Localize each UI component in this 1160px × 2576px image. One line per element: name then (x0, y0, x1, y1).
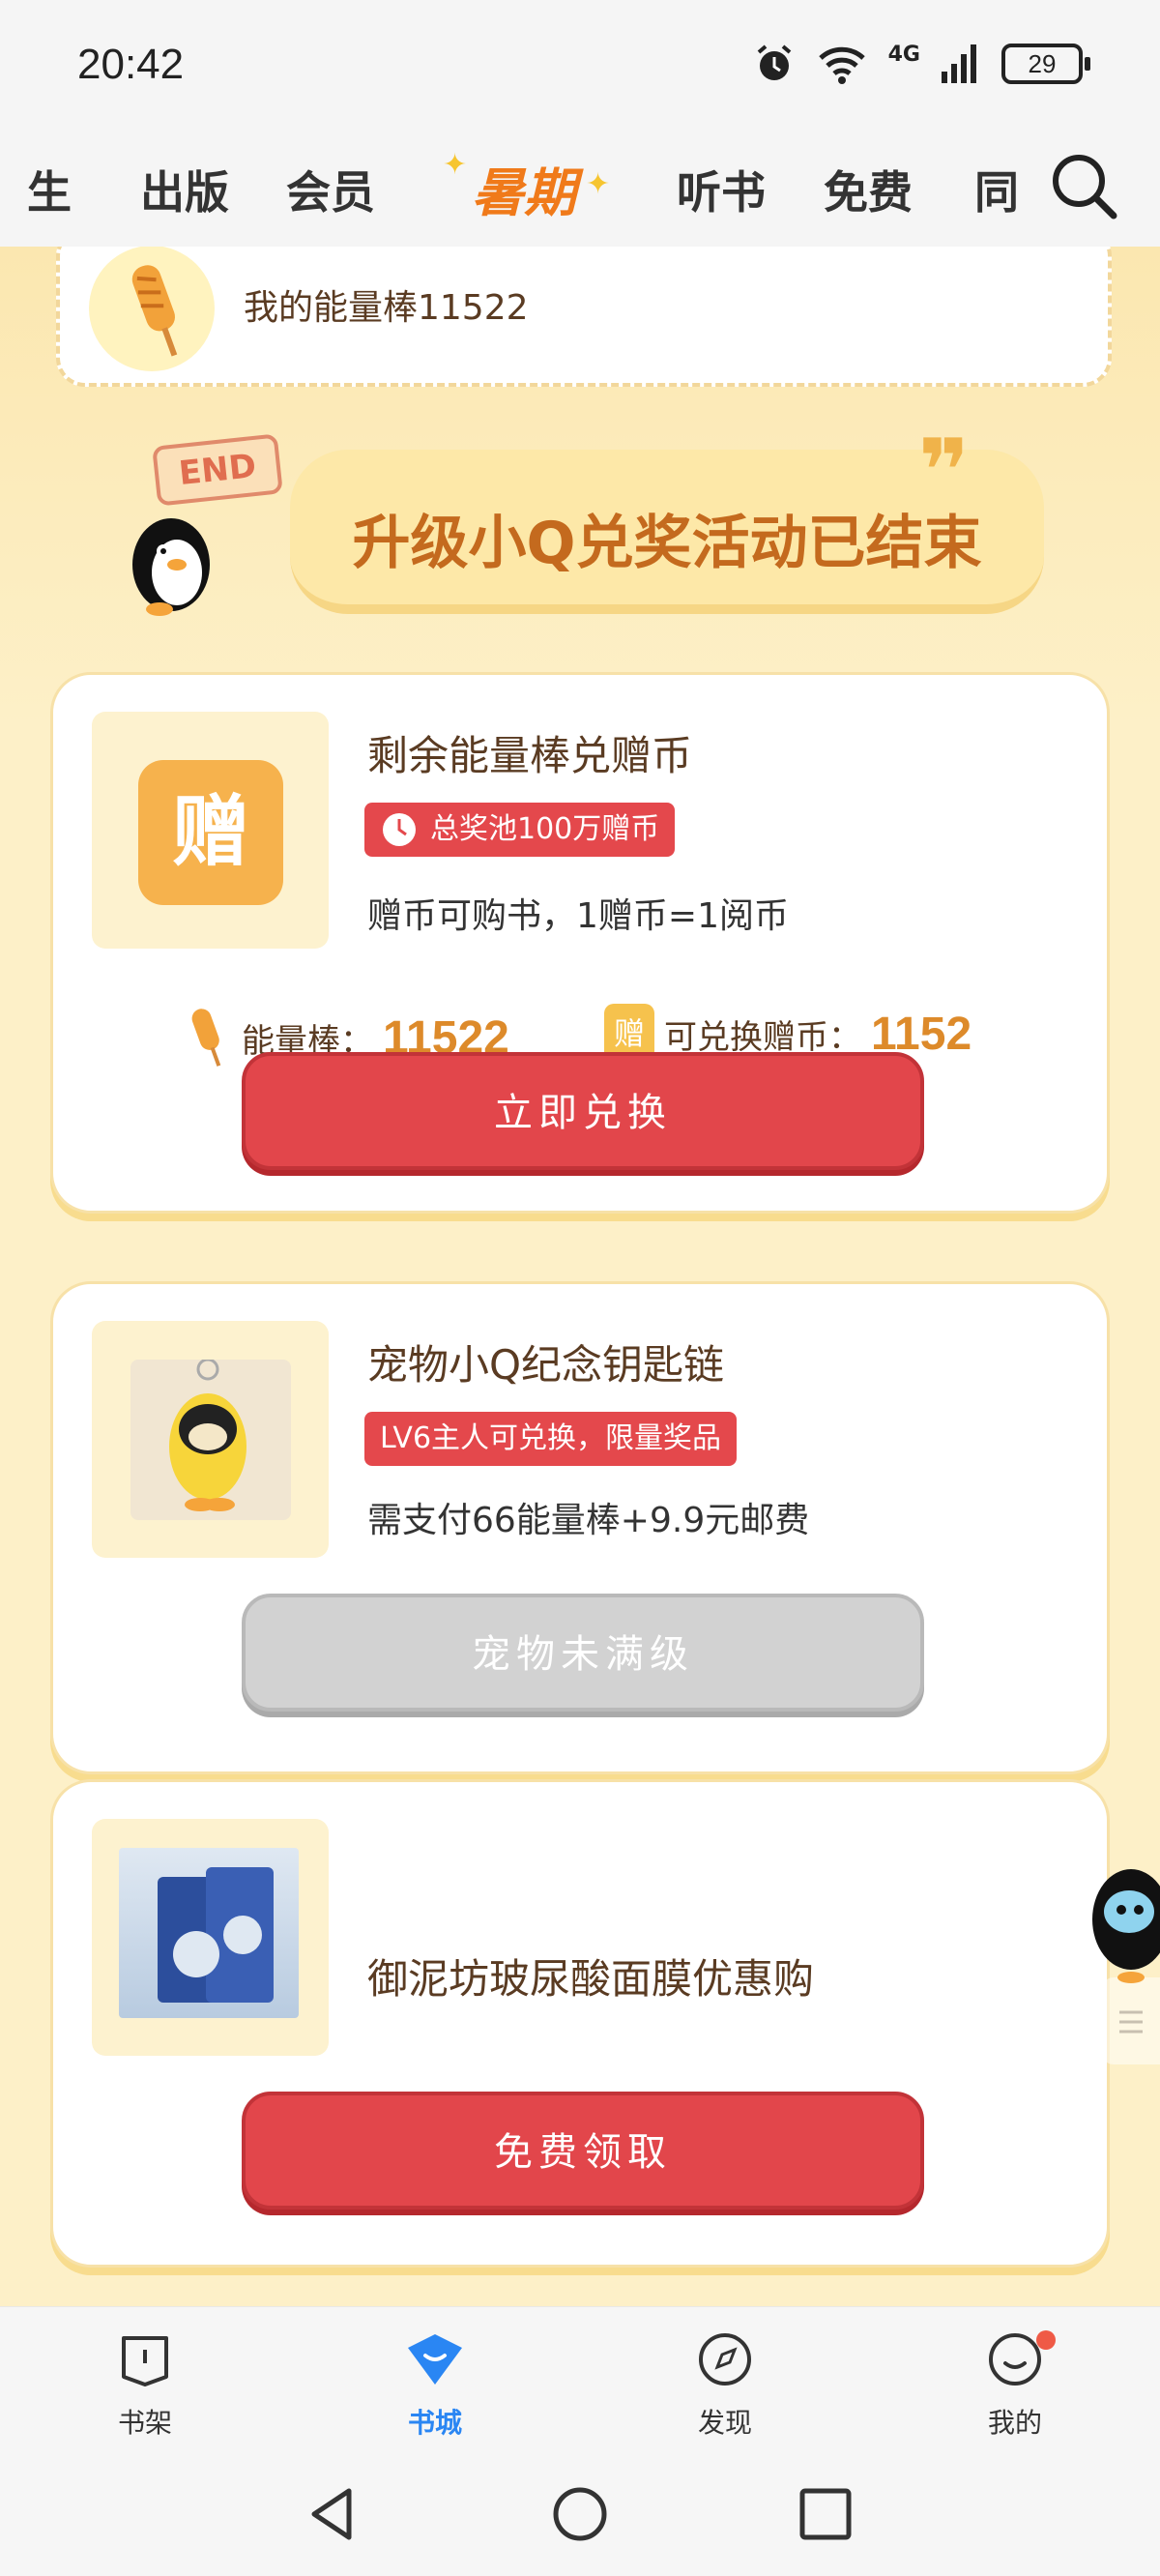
end-sign: END (152, 433, 283, 507)
tab-tong[interactable]: 同 (974, 158, 1019, 221)
tab-member[interactable]: 会员 (286, 158, 375, 221)
energy-total-text: 我的能量棒11522 (244, 288, 529, 328)
nav-bookstore[interactable]: 书城 (358, 2330, 512, 2441)
card-title: 御泥坊玻尿酸面膜优惠购 (367, 1955, 815, 2003)
mask-product-image (119, 1848, 299, 2018)
status-icons: 4G 29 (753, 43, 1090, 85)
card-description: 赠币可购书，1赠币=1阅币 (367, 896, 789, 936)
bottom-nav: 书架 书城 发现 我的 (0, 2306, 1160, 2446)
menu-lines-icon (1119, 2010, 1143, 2034)
tab-free[interactable]: 免费 (824, 158, 913, 221)
activity-ended-title: 升级小Q兑奖活动已结束 (352, 510, 982, 577)
nav-discover[interactable]: 发现 (648, 2330, 802, 2441)
energy-banner: 我的能量棒11522 (56, 247, 1112, 387)
penguin-float-icon[interactable] (1083, 1852, 1160, 1987)
coin-thumb: 赠 (92, 712, 329, 949)
sparkle-icon: ✦ (586, 167, 611, 201)
profile-icon (989, 2333, 1041, 2386)
card-title: 剩余能量棒兑赠币 (367, 732, 693, 779)
penguin-mascot-icon (132, 518, 210, 616)
bookstore-icon (408, 2334, 462, 2385)
floating-menu-handle[interactable] (1102, 1977, 1160, 2064)
signal-icon (942, 44, 976, 83)
status-time: 20:42 (77, 41, 185, 88)
corndog-icon (191, 1009, 221, 1067)
coin-label: 可兑换赠币： (664, 1017, 861, 1057)
quote-icon: ❞ (918, 421, 970, 522)
sparkle-icon: ✦ (443, 148, 468, 182)
exchange-card-mask: 御泥坊玻尿酸面膜优惠购 免费领取 (50, 1779, 1110, 2268)
home-icon[interactable] (551, 2485, 609, 2543)
clock-icon (383, 813, 416, 846)
keychain-image (130, 1358, 291, 1520)
wifi-icon (818, 46, 865, 84)
prize-pool-text: 总奖池100万赠币 (430, 812, 660, 846)
exchange-now-button[interactable]: 立即兑换 (242, 1052, 924, 1170)
card-title: 宠物小Q纪念钥匙链 (367, 1341, 725, 1389)
nav-label: 发现 (697, 2407, 752, 2439)
network-label: 4G (887, 43, 920, 67)
tab-summer[interactable]: 暑期 (472, 150, 576, 226)
channel-tabs: 生 出版 会员 ✦ 暑期 ✦ 听书 免费 同 (0, 140, 1160, 247)
gift-coin-icon: 赠 (138, 760, 283, 905)
exchange-card-keychain: 宠物小Q纪念钥匙链 LV6主人可兑换，限量奖品 需支付66能量棒+9.9元邮费 … (50, 1281, 1110, 1774)
keychain-thumb (92, 1321, 329, 1558)
recents-icon[interactable] (798, 2487, 853, 2541)
battery-indicator: 29 (1001, 44, 1090, 84)
nav-label: 书城 (407, 2407, 462, 2439)
bookshelf-icon (122, 2336, 168, 2386)
level-requirement-tag: LV6主人可兑换，限量奖品 (364, 1412, 738, 1466)
pet-not-max-level-button[interactable]: 宠物未满级 (242, 1594, 924, 1712)
exchange-card-coins: 赠 剩余能量棒兑赠币 总奖池100万赠币 赠币可购书，1赠币=1阅币 能量棒： … (50, 672, 1110, 1214)
tab-sheng[interactable]: 生 (27, 158, 72, 221)
alarm-icon (757, 44, 791, 80)
system-nav-bar (0, 2446, 1160, 2576)
tab-audiobook[interactable]: 听书 (677, 158, 766, 221)
claim-free-button[interactable]: 免费领取 (242, 2092, 924, 2210)
tab-publish[interactable]: 出版 (140, 158, 229, 221)
notification-dot (1036, 2330, 1056, 2350)
nav-profile[interactable]: 我的 (938, 2330, 1092, 2441)
nav-label: 书架 (117, 2407, 172, 2439)
back-icon[interactable] (304, 2485, 359, 2543)
prize-pool-tag: 总奖池100万赠币 (364, 803, 676, 857)
search-icon[interactable] (1046, 148, 1123, 225)
card-description: 需支付66能量棒+9.9元邮费 (367, 1501, 810, 1540)
compass-icon (699, 2333, 751, 2386)
nav-label: 我的 (987, 2407, 1042, 2439)
corndog-icon (89, 247, 215, 371)
nav-bookshelf[interactable]: 书架 (68, 2330, 222, 2441)
activity-content: 我的能量棒11522 END 升级小Q兑奖活动已结束 ❞ 赠 剩余能量棒兑赠币 … (0, 247, 1160, 2306)
status-bar: 20:42 4G 29 (0, 0, 1160, 140)
mask-thumb (92, 1819, 329, 2056)
